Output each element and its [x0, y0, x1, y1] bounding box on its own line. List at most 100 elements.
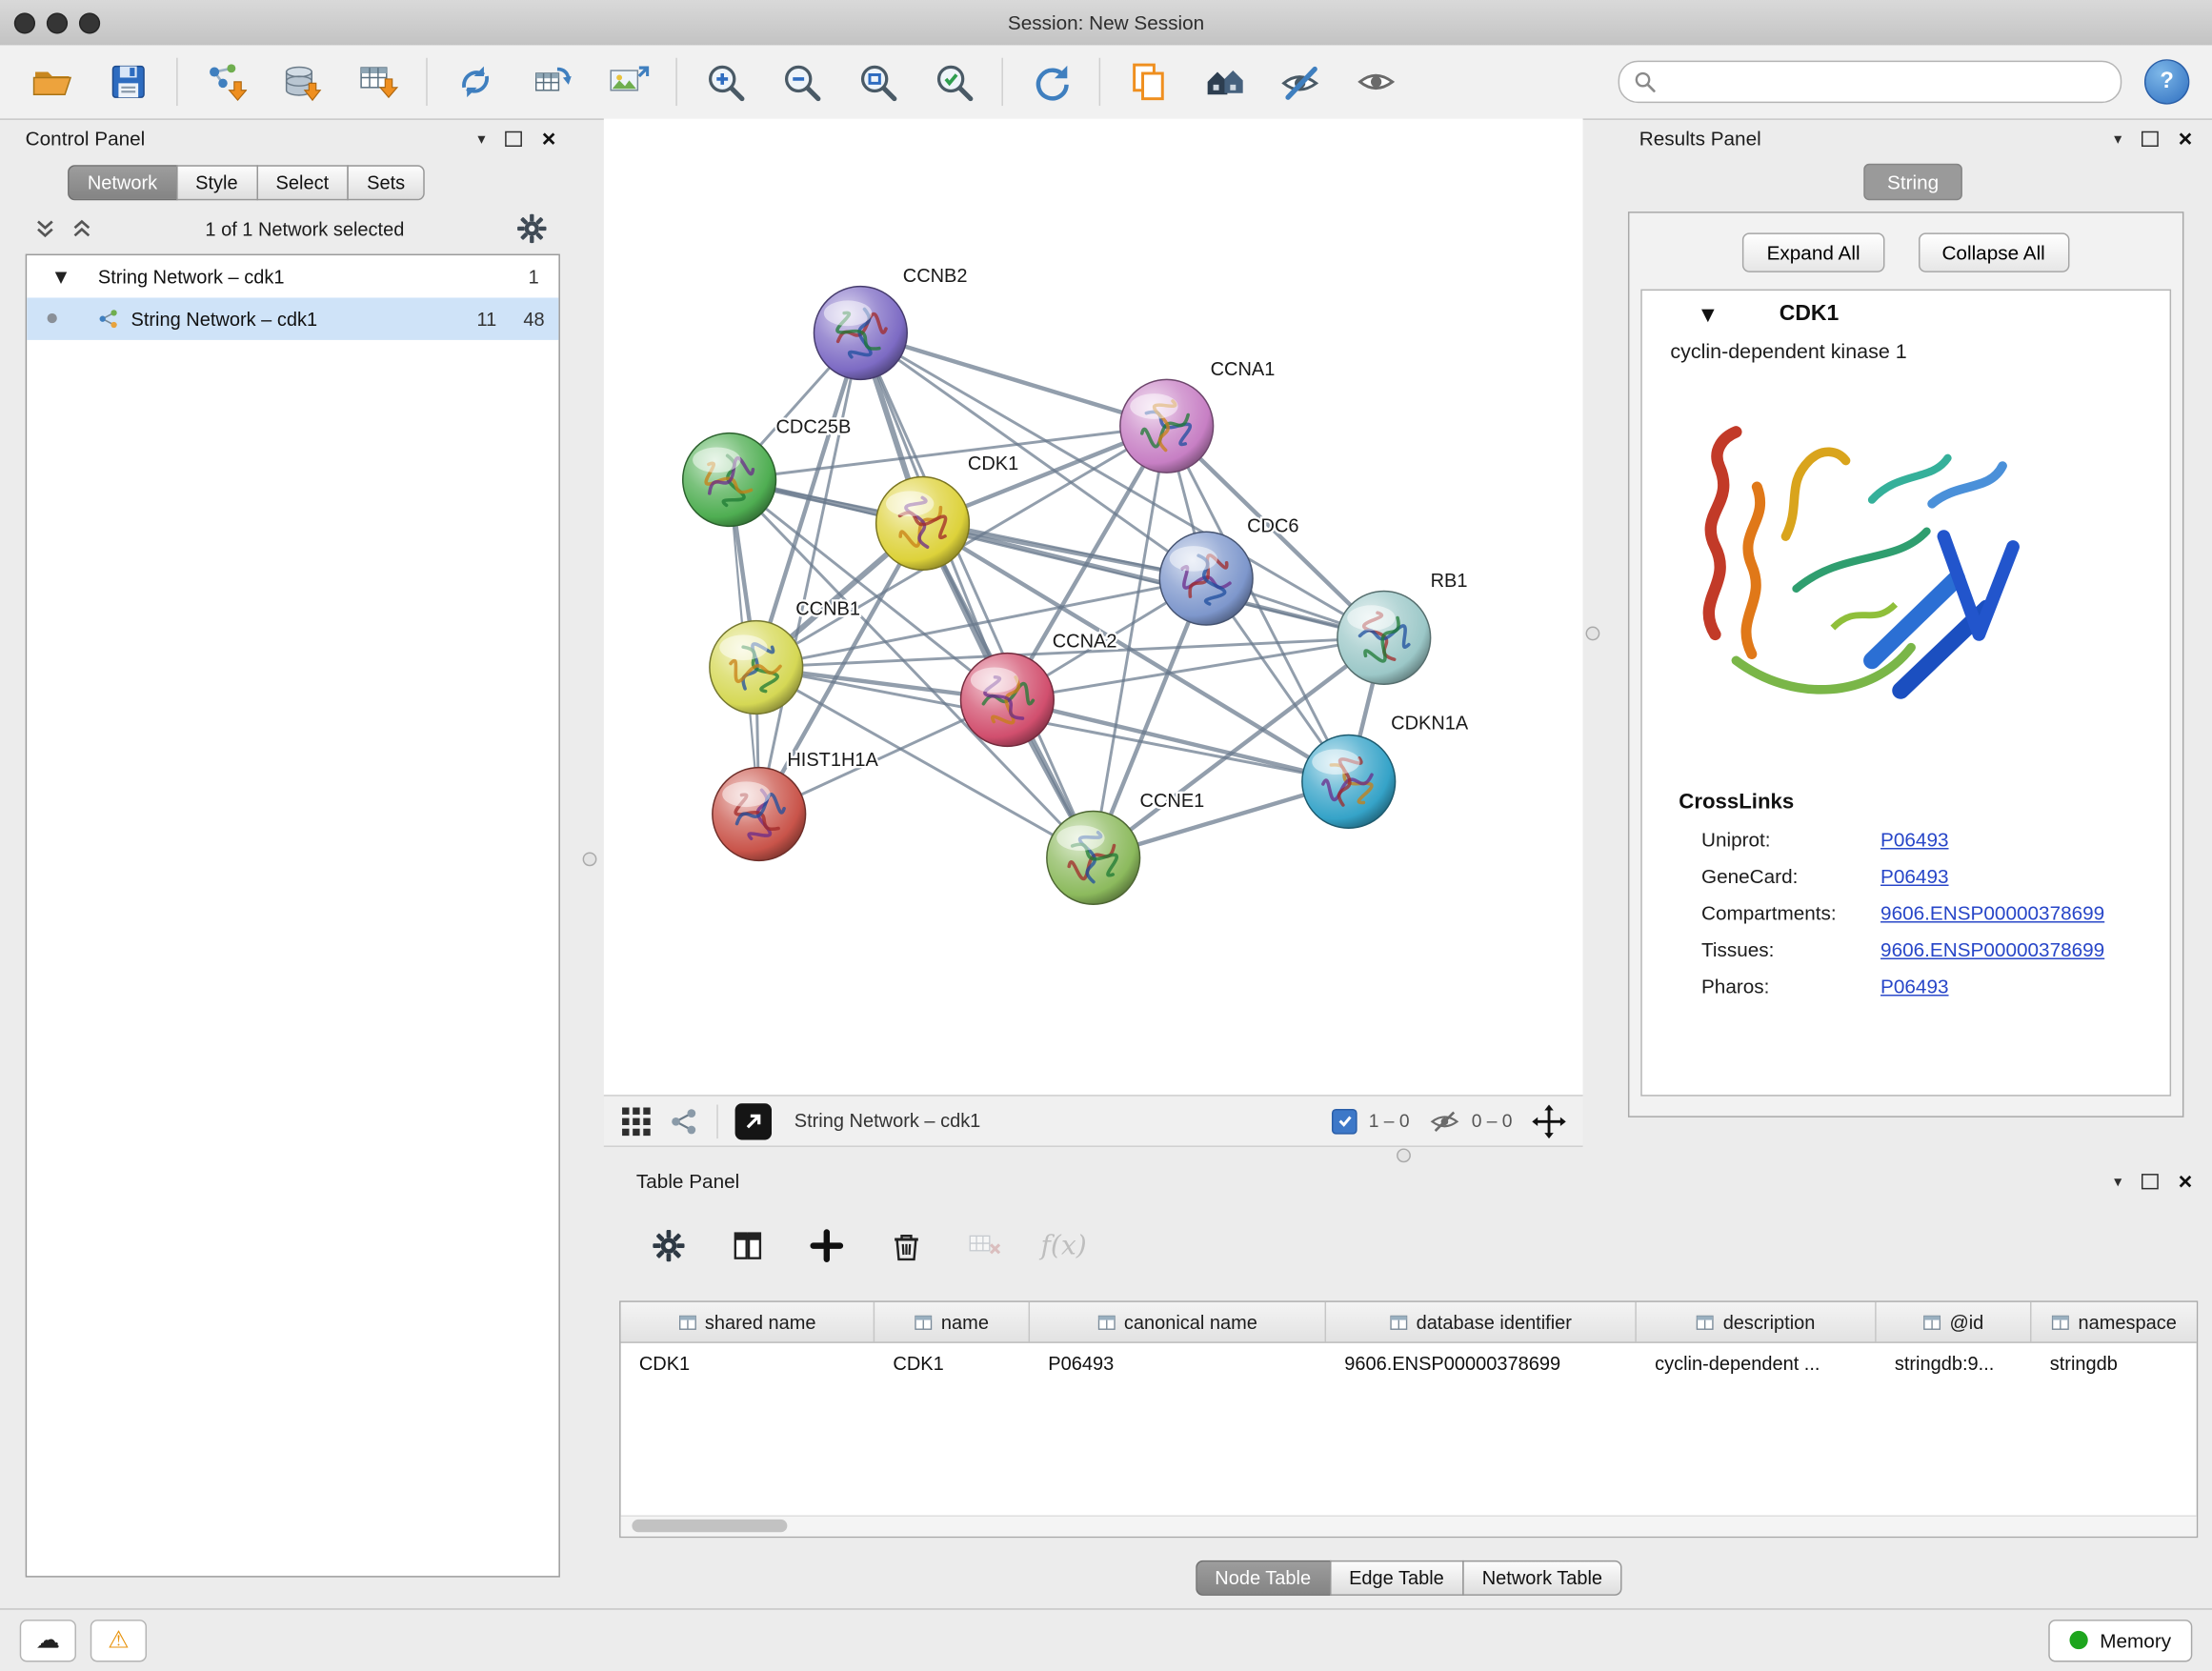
scrollbar-thumb[interactable]: [632, 1520, 787, 1532]
tab-network[interactable]: Network: [68, 165, 177, 200]
genecard-link[interactable]: P06493: [1880, 865, 1948, 888]
network-node-HIST1H1A[interactable]: HIST1H1A: [713, 750, 879, 860]
column-header[interactable]: canonical name: [1030, 1302, 1326, 1341]
column-header[interactable]: shared name: [621, 1302, 875, 1341]
warnings-button[interactable]: ⚠: [90, 1619, 147, 1661]
column-header[interactable]: database identifier: [1326, 1302, 1637, 1341]
tab-network-table[interactable]: Network Table: [1462, 1560, 1622, 1596]
network-node-RB1[interactable]: RB1: [1337, 571, 1468, 684]
gear-icon[interactable]: [516, 213, 548, 245]
network-node-CCNB2[interactable]: CCNB2: [814, 266, 967, 379]
cloud-button[interactable]: ☁: [20, 1619, 76, 1661]
compartments-link[interactable]: 9606.ENSP00000378699: [1880, 901, 2104, 924]
panel-close-icon[interactable]: ×: [2179, 127, 2193, 151]
show-columns-button[interactable]: [721, 1218, 774, 1272]
network-node-CCNB1[interactable]: CCNB1: [710, 599, 860, 715]
selected-nodes-checkbox[interactable]: [1332, 1108, 1357, 1134]
panel-menu-icon[interactable]: ▾: [477, 130, 485, 148]
network-node-CCNA1[interactable]: CCNA1: [1120, 359, 1276, 473]
save-session-button[interactable]: [94, 50, 162, 112]
tab-style[interactable]: Style: [175, 165, 257, 200]
delete-table-button[interactable]: [958, 1218, 1012, 1272]
network-edge-CCNB2-CCNA1[interactable]: [860, 332, 1166, 426]
collapse-all-button[interactable]: Collapse All: [1918, 232, 2069, 272]
minimize-window-button[interactable]: [47, 12, 68, 33]
close-window-button[interactable]: [14, 12, 35, 33]
cell-shared-name[interactable]: CDK1: [621, 1352, 875, 1373]
table-settings-button[interactable]: [642, 1218, 695, 1272]
network-graph[interactable]: CCNB2CCNA1CDC25BCDK1CDC6RB1CCNB1CCNA2CDK…: [604, 118, 1583, 1095]
network-node-CDKN1A[interactable]: CDKN1A: [1302, 714, 1469, 829]
network-canvas[interactable]: CCNB2CCNA1CDC25BCDK1CDC6RB1CCNB1CCNA2CDK…: [604, 118, 1583, 1095]
import-network-button[interactable]: [191, 50, 259, 112]
panel-close-icon[interactable]: ×: [542, 127, 556, 151]
search-input[interactable]: [1664, 70, 2106, 93]
panel-menu-icon[interactable]: ▾: [2114, 130, 2122, 148]
network-tree-item[interactable]: ● String Network – cdk1 11 48: [27, 297, 558, 339]
zoom-out-button[interactable]: [768, 50, 835, 112]
memory-button[interactable]: Memory: [2049, 1619, 2192, 1661]
column-header[interactable]: description: [1637, 1302, 1877, 1341]
column-header[interactable]: name: [875, 1302, 1030, 1341]
tab-string[interactable]: String: [1863, 164, 1963, 201]
hide-graphics-details-button[interactable]: [1267, 50, 1335, 112]
column-header[interactable]: @id: [1877, 1302, 2032, 1341]
cell-database-identifier[interactable]: 9606.ENSP00000378699: [1326, 1352, 1637, 1373]
expand-all-button[interactable]: Expand All: [1742, 232, 1883, 272]
collapse-section-icon[interactable]: ▼: [1701, 305, 1715, 325]
network-collection-row[interactable]: ▼ String Network – cdk1 1: [27, 255, 558, 297]
new-network-button[interactable]: [442, 50, 510, 112]
birdseye-grid-icon[interactable]: [621, 1105, 653, 1137]
tab-node-table[interactable]: Node Table: [1196, 1560, 1331, 1596]
hidden-eye-slash-icon[interactable]: [1429, 1105, 1460, 1137]
network-node-CDK1[interactable]: CDK1: [876, 453, 1019, 570]
export-image-button[interactable]: [593, 50, 661, 112]
delete-column-button[interactable]: [879, 1218, 933, 1272]
function-builder-button[interactable]: f(x): [1036, 1218, 1090, 1272]
new-table-button[interactable]: [517, 50, 585, 112]
copy-button[interactable]: [1115, 50, 1182, 112]
collapse-tree-icon[interactable]: [70, 217, 93, 240]
open-session-button[interactable]: [18, 50, 86, 112]
apply-layout-button[interactable]: [1017, 50, 1085, 112]
network-edge-CCNB2-CCNE1[interactable]: [860, 332, 1093, 857]
zoom-fit-button[interactable]: [844, 50, 912, 112]
column-header[interactable]: namespace: [2031, 1302, 2196, 1341]
horizontal-scrollbar[interactable]: [621, 1515, 2197, 1536]
collapse-collection-icon[interactable]: ▼: [55, 268, 68, 286]
zoom-selected-button[interactable]: [920, 50, 988, 112]
import-table-button[interactable]: [344, 50, 412, 112]
network-node-CDC6[interactable]: CDC6: [1159, 515, 1298, 625]
panel-float-icon[interactable]: [505, 131, 522, 146]
network-edge-CCNB2-HIST1H1A[interactable]: [759, 332, 861, 814]
tab-select[interactable]: Select: [256, 165, 349, 200]
pan-move-icon[interactable]: [1532, 1104, 1566, 1138]
tab-sets[interactable]: Sets: [347, 165, 424, 200]
tissues-link[interactable]: 9606.ENSP00000378699: [1880, 938, 2104, 961]
uniprot-link[interactable]: P06493: [1880, 828, 1948, 851]
home-button[interactable]: [1191, 50, 1258, 112]
pharos-link[interactable]: P06493: [1880, 975, 1948, 997]
open-in-new-window-button[interactable]: [735, 1102, 773, 1139]
cell-canonical-name[interactable]: P06493: [1030, 1352, 1326, 1373]
cell-name[interactable]: CDK1: [875, 1352, 1030, 1373]
right-splitter-handle[interactable]: [1586, 627, 1600, 641]
cell-namespace[interactable]: stringdb: [2031, 1352, 2196, 1373]
import-network-database-button[interactable]: [268, 50, 335, 112]
expand-tree-icon[interactable]: [34, 217, 57, 240]
panel-float-icon[interactable]: [2142, 1173, 2159, 1188]
zoom-window-button[interactable]: [79, 12, 100, 33]
left-splitter-handle[interactable]: [583, 852, 597, 866]
show-graphics-details-button[interactable]: [1343, 50, 1411, 112]
network-badge-icon[interactable]: [669, 1105, 700, 1137]
help-button[interactable]: ?: [2144, 59, 2189, 104]
table-row[interactable]: CDK1 CDK1 P06493 9606.ENSP00000378699 cy…: [621, 1343, 2197, 1382]
network-edge-CCNA2-CDKN1A[interactable]: [1007, 700, 1348, 782]
cell-description[interactable]: cyclin-dependent ...: [1637, 1352, 1877, 1373]
zoom-in-button[interactable]: [692, 50, 759, 112]
tab-edge-table[interactable]: Edge Table: [1329, 1560, 1463, 1596]
panel-close-icon[interactable]: ×: [2179, 1169, 2193, 1193]
panel-menu-icon[interactable]: ▾: [2114, 1172, 2122, 1190]
cell-id[interactable]: stringdb:9...: [1877, 1352, 2032, 1373]
panel-float-icon[interactable]: [2142, 131, 2159, 146]
